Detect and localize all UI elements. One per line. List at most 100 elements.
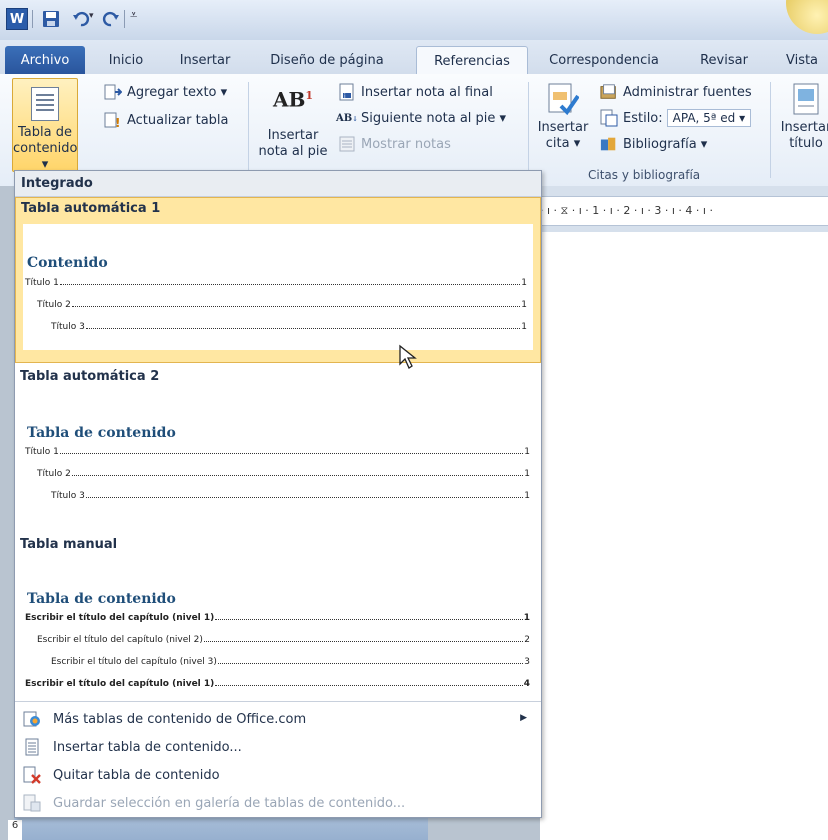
remove-toc-icon (23, 766, 41, 784)
remove-toc-command[interactable]: Quitar tabla de contenido (15, 761, 541, 789)
toc-preview-line: Escribir el título del capítulo (nivel 3… (51, 657, 530, 667)
style-icon (600, 109, 618, 127)
tab-revisar[interactable]: Revisar (690, 46, 758, 74)
tab-referencias[interactable]: Referencias (416, 46, 528, 75)
insert-toc-icon (23, 738, 41, 756)
group-separator (770, 82, 771, 178)
tab-insertar[interactable]: Insertar (168, 46, 242, 74)
citations-group-label: Citas y bibliografía (588, 168, 701, 182)
manage-sources-button[interactable]: Administrar fuentes (600, 80, 752, 104)
show-notes-button[interactable]: Mostrar notas (338, 132, 451, 156)
title-bar: W ▾ ⩡ (0, 0, 828, 40)
gallery-section-header: Integrado (15, 171, 541, 197)
update-table-icon: ! (104, 111, 122, 129)
bibliography-icon (600, 135, 618, 153)
remove-toc-label: Quitar tabla de contenido (53, 767, 220, 783)
table-of-contents-button[interactable]: Tabla de contenido ▾ (12, 78, 78, 172)
toc-preview-line: Título 31 (51, 491, 530, 501)
add-text-label: Agregar texto ▾ (127, 84, 228, 100)
redo-icon[interactable] (100, 8, 122, 30)
save-selection-to-gallery-command[interactable]: Guardar selección en galería de tablas d… (15, 789, 541, 817)
toc-preview: Contenido Título 11 Título 21 Título 31 (23, 224, 533, 350)
toc-preview-line: Escribir el título del capítulo (nivel 1… (25, 613, 530, 623)
more-toc-from-office-com[interactable]: Más tablas de contenido de Office.com ▶ (15, 705, 541, 733)
insert-footnote-label-line2: nota al pie (258, 144, 328, 159)
qat-separator (32, 10, 33, 28)
update-table-button[interactable]: ! Actualizar tabla (104, 108, 229, 132)
table-of-contents-gallery: Integrado Tabla automática 1 Contenido T… (14, 170, 542, 818)
toc-preview-line: Escribir el título del capítulo (nivel 1… (25, 679, 530, 689)
toc-preview-line: Título 31 (51, 322, 527, 332)
insert-caption-button[interactable]: Insertar título (776, 82, 828, 166)
insert-caption-label-line2: título (789, 136, 823, 151)
bibliography-label: Bibliografía ▾ (623, 136, 708, 152)
menu-separator (15, 701, 541, 702)
mouse-pointer-icon (398, 344, 418, 374)
style-value-dropdown[interactable]: APA, 5ª ed ▾ (666, 109, 752, 127)
tab-vista[interactable]: Vista (776, 46, 828, 74)
horizontal-ruler[interactable]: · ı · ⧖ · ı · 1 · ı · 2 · ı · 3 · ı · 4 … (540, 196, 828, 226)
qat-separator (124, 10, 125, 28)
show-notes-icon (338, 135, 356, 153)
toc-preview-line: Título 11 (25, 278, 527, 288)
undo-dropdown-icon[interactable]: ▾ (89, 11, 94, 21)
next-footnote-label: Siguiente nota al pie ▾ (361, 110, 507, 126)
gallery-entry-tabla-automatica-2[interactable]: Tabla automática 2 Tabla de contenido Tí… (15, 363, 541, 529)
gallery-entry-title: Tabla manual (20, 537, 118, 552)
insert-toc-command[interactable]: Insertar tabla de contenido... (15, 733, 541, 761)
group-separator (528, 82, 529, 178)
gallery-entry-tabla-automatica-1[interactable]: Tabla automática 1 Contenido Título 11 T… (15, 197, 541, 363)
next-footnote-button[interactable]: AB ↓ Siguiente nota al pie ▾ (335, 106, 507, 130)
insert-endnote-label: Insertar nota al final (361, 84, 493, 100)
window-orb (786, 0, 828, 34)
toc-preview-title: Tabla de contenido (27, 425, 176, 441)
next-footnote-icon: AB ↓ (335, 112, 359, 124)
manage-sources-label: Administrar fuentes (623, 84, 752, 100)
bibliography-button[interactable]: Bibliografía ▾ (600, 132, 707, 156)
toc-button-label-line2: contenido ▾ (13, 141, 78, 172)
save-icon[interactable] (40, 8, 62, 30)
word-app-icon[interactable]: W (6, 8, 28, 30)
save-selection-label: Guardar selección en galería de tablas d… (53, 795, 406, 811)
vertical-ruler: 6 (8, 820, 22, 840)
toc-preview-title: Contenido (27, 255, 108, 271)
tab-inicio[interactable]: Inicio (98, 46, 154, 74)
toc-preview-line: Título 21 (37, 300, 527, 310)
customize-qat-icon[interactable]: ⩡ (130, 8, 137, 23)
document-background (0, 186, 14, 840)
insert-citation-button[interactable]: Insertar cita ▾ (534, 82, 592, 166)
add-text-icon (104, 83, 122, 101)
insert-footnote-label-line1: Insertar (267, 128, 319, 143)
insert-footnote-button[interactable]: AB1 Insertar nota al pie (258, 82, 328, 166)
toc-button-label-line1: Tabla de (18, 125, 72, 140)
toc-preview-line: Título 21 (37, 469, 530, 479)
insert-citation-icon (547, 82, 580, 116)
svg-text:!: ! (115, 116, 120, 129)
table-of-contents-icon (31, 87, 59, 121)
style-label: Estilo: (623, 110, 663, 126)
add-text-button[interactable]: Agregar texto ▾ (104, 80, 227, 104)
document-page[interactable] (540, 232, 828, 840)
submenu-arrow-icon: ▶ (520, 713, 527, 723)
save-selection-icon (23, 794, 41, 812)
update-table-label: Actualizar tabla (127, 112, 229, 128)
tab-diseno-de-pagina[interactable]: Diseño de página (260, 46, 394, 74)
toc-preview-line: Título 11 (25, 447, 530, 457)
office-com-icon (23, 710, 41, 728)
gallery-entry-title: Tabla automática 2 (20, 369, 160, 384)
tab-archivo[interactable]: Archivo (5, 46, 85, 74)
gallery-entry-tabla-manual[interactable]: Tabla manual Tabla de contenido Escribir… (15, 529, 541, 701)
insert-citation-label-line1: Insertar (537, 120, 589, 135)
toc-preview-title: Tabla de contenido (27, 591, 176, 607)
insert-endnote-icon: i (338, 83, 356, 101)
insert-toc-label: Insertar tabla de contenido... (53, 739, 242, 755)
show-notes-label: Mostrar notas (361, 136, 451, 152)
ribbon-tab-row: Archivo Inicio Insertar Diseño de página… (0, 40, 828, 75)
insert-endnote-button[interactable]: i Insertar nota al final (338, 80, 493, 104)
tab-correspondencia[interactable]: Correspondencia (540, 46, 668, 74)
group-separator (248, 82, 249, 178)
more-toc-label: Más tablas de contenido de Office.com (53, 711, 307, 727)
gallery-entry-title: Tabla automática 1 (21, 201, 161, 216)
citation-style-selector[interactable]: Estilo: APA, 5ª ed ▾ (600, 106, 752, 130)
insert-citation-label-line2: cita ▾ (545, 136, 581, 151)
